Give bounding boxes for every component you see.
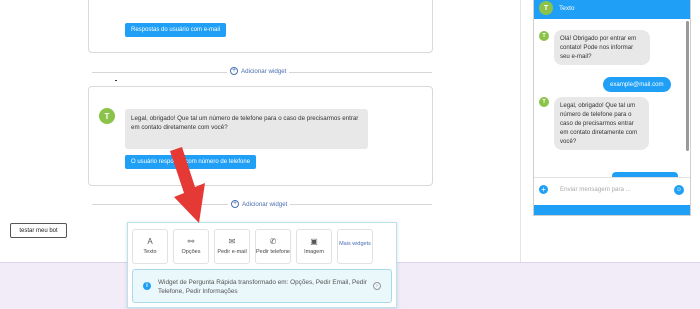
email-answer-button[interactable]: Respostas do usuário com e-mail: [125, 23, 227, 37]
email-question-card: Respostas do usuário com e-mail: [88, 0, 433, 53]
text-icon: A: [147, 237, 153, 246]
chat-bot-message: Olá! Obrigado por entrar em contato! Pod…: [554, 30, 650, 65]
chat-add-icon[interactable]: +: [539, 185, 548, 194]
chat-bot-message: Legal, obrigado! Que tal um número de te…: [554, 97, 649, 150]
chat-bot-avatar: T: [539, 31, 549, 41]
bot-avatar: T: [99, 108, 115, 124]
mail-icon: ✉: [228, 237, 236, 246]
widget-tile-label: Pedir e-mail: [217, 249, 247, 255]
widget-tile-text[interactable]: A Texto: [132, 229, 168, 264]
plus-circle-icon: +: [230, 67, 238, 75]
chat-scrollbar[interactable]: [686, 21, 689, 151]
add-widget-button[interactable]: + Adicionar widget: [228, 200, 291, 208]
chat-preview-panel: T Texto T Olá! Obrigado por entrar em co…: [533, 0, 691, 216]
widget-tile-ask-email[interactable]: ✉ Pedir e-mail: [214, 229, 250, 264]
emoji-icon[interactable]: ☺: [674, 185, 684, 195]
widget-tile-label: Imagem: [304, 249, 324, 255]
phone-icon: ✆: [269, 237, 277, 246]
info-icon: i: [143, 282, 151, 290]
phone-question-card: T Legal, obrigado! Que tal um número de …: [88, 86, 433, 186]
plus-circle-icon: +: [231, 200, 239, 208]
chat-header-title: Texto: [559, 5, 575, 12]
chat-footer-bar: [534, 205, 690, 215]
add-widget-label: Adicionar widget: [241, 67, 287, 75]
widget-tile-label: Pedir telefone: [256, 249, 290, 255]
widget-picker-panel: A Texto ⚯ Opções ✉ Pedir e-mail ✆ Pedir …: [127, 222, 397, 308]
add-widget-button[interactable]: + Adicionar widget: [227, 67, 290, 75]
info-notice-text: Widget de Pergunta Rápida transformado e…: [158, 279, 367, 295]
widget-tile-options[interactable]: ⚯ Opções: [173, 229, 209, 264]
widget-tile-ask-phone[interactable]: ✆ Pedir telefone: [255, 229, 291, 264]
chevron-right-icon[interactable]: ›: [373, 282, 381, 290]
red-arrow-annotation: [170, 147, 205, 223]
chat-bot-avatar: T: [539, 97, 549, 107]
info-notice: i Widget de Pergunta Rápida transformado…: [132, 269, 392, 303]
widget-tile-label: Texto: [143, 249, 157, 255]
chat-user-message: example@mail.com: [603, 77, 671, 92]
builder-canvas: Respostas do usuário com e-mail + Adicio…: [0, 0, 700, 309]
chat-input-bar: + Enviar mensagem para ... ☺: [534, 177, 690, 201]
image-icon: ▣: [310, 237, 318, 246]
chat-message-input[interactable]: Enviar mensagem para ...: [560, 186, 631, 193]
test-bot-button[interactable]: testar meu bot: [10, 223, 67, 238]
arrow-shape: [170, 147, 205, 223]
widget-tile-more[interactable]: Mais widgets: [337, 229, 373, 264]
chat-header-avatar: T: [539, 1, 553, 15]
chat-header: T Texto: [534, 0, 690, 19]
widget-tile-image[interactable]: ▣ Imagem: [296, 229, 332, 264]
options-icon: ⚯: [187, 237, 195, 246]
canvas-divider-line: [520, 0, 521, 262]
widget-tile-label: Opções: [181, 249, 201, 255]
widget-tile-label: Mais widgets: [339, 241, 371, 247]
bot-message-bubble[interactable]: Legal, obrigado! Que tal um número de te…: [125, 109, 368, 149]
add-widget-label: Adicionar widget: [242, 200, 288, 208]
small-dot: [115, 80, 117, 81]
